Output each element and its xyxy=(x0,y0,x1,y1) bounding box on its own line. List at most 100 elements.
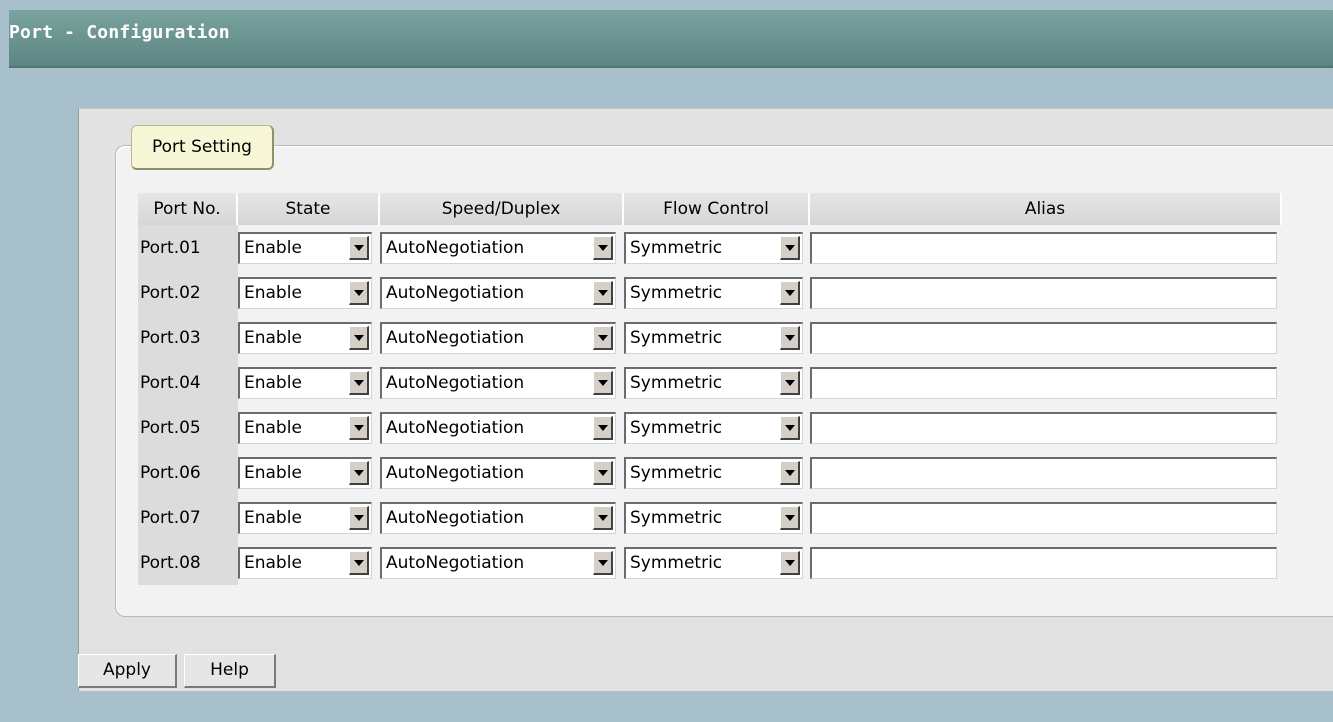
flow-control-select-value: Symmetric xyxy=(630,282,723,303)
chevron-down-icon[interactable] xyxy=(780,235,800,260)
port-number: Port.03 xyxy=(138,315,238,360)
flow-control-select-value: Symmetric xyxy=(630,417,723,438)
state-select-value: Enable xyxy=(244,417,302,438)
chevron-down-icon[interactable] xyxy=(349,325,369,350)
chevron-down-icon[interactable] xyxy=(780,325,800,350)
chevron-down-icon[interactable] xyxy=(780,280,800,305)
config-panel: Port Setting Port No. State Speed/Duplex… xyxy=(78,108,1333,691)
chevron-down-icon[interactable] xyxy=(349,550,369,575)
chevron-down-icon[interactable] xyxy=(349,505,369,530)
table-row: Port.07 Enable AutoNegotiation Symmetric xyxy=(138,495,1282,540)
chevron-down-icon[interactable] xyxy=(349,235,369,260)
column-header-speed-duplex: Speed/Duplex xyxy=(380,193,624,225)
port-number: Port.05 xyxy=(138,405,238,450)
alias-input[interactable] xyxy=(810,456,1277,489)
chevron-down-icon[interactable] xyxy=(780,370,800,395)
state-select-value: Enable xyxy=(244,327,302,348)
alias-input[interactable] xyxy=(810,366,1277,399)
flow-control-select[interactable]: Symmetric xyxy=(624,321,803,354)
state-select-value: Enable xyxy=(244,282,302,303)
chevron-down-icon[interactable] xyxy=(780,550,800,575)
chevron-down-icon[interactable] xyxy=(593,280,613,305)
alias-input[interactable] xyxy=(810,276,1277,309)
state-select-value: Enable xyxy=(244,507,302,528)
flow-control-select-value: Symmetric xyxy=(630,372,723,393)
title-bar: Port - Configuration xyxy=(9,10,1333,68)
chevron-down-icon[interactable] xyxy=(349,280,369,305)
chevron-down-icon[interactable] xyxy=(593,415,613,440)
flow-control-select[interactable]: Symmetric xyxy=(624,276,803,309)
chevron-down-icon[interactable] xyxy=(780,415,800,440)
flow-control-select[interactable]: Symmetric xyxy=(624,456,803,489)
chevron-down-icon[interactable] xyxy=(349,415,369,440)
speed-duplex-select[interactable]: AutoNegotiation xyxy=(380,231,616,264)
speed-duplex-select[interactable]: AutoNegotiation xyxy=(380,321,616,354)
speed-duplex-select[interactable]: AutoNegotiation xyxy=(380,366,616,399)
chevron-down-icon[interactable] xyxy=(349,460,369,485)
chevron-down-icon[interactable] xyxy=(593,460,613,485)
chevron-down-icon[interactable] xyxy=(593,370,613,395)
table-row: Port.01 Enable AutoNegotiation Symmetric xyxy=(138,225,1282,270)
speed-duplex-select-value: AutoNegotiation xyxy=(386,507,525,528)
state-select[interactable]: Enable xyxy=(238,321,372,354)
speed-duplex-select[interactable]: AutoNegotiation xyxy=(380,501,616,534)
alias-input[interactable] xyxy=(810,501,1277,534)
chevron-down-icon[interactable] xyxy=(780,460,800,485)
flow-control-select-value: Symmetric xyxy=(630,237,723,258)
speed-duplex-select[interactable]: AutoNegotiation xyxy=(380,276,616,309)
state-select-value: Enable xyxy=(244,372,302,393)
flow-control-select-value: Symmetric xyxy=(630,552,723,573)
table-row: Port.04 Enable AutoNegotiation Symmetric xyxy=(138,360,1282,405)
flow-control-select[interactable]: Symmetric xyxy=(624,411,803,444)
state-select[interactable]: Enable xyxy=(238,411,372,444)
flow-control-select[interactable]: Symmetric xyxy=(624,501,803,534)
port-setting-legend: Port Setting xyxy=(131,125,274,170)
chevron-down-icon[interactable] xyxy=(593,550,613,575)
speed-duplex-select[interactable]: AutoNegotiation xyxy=(380,546,616,579)
state-select-value: Enable xyxy=(244,462,302,483)
column-header-flow-control: Flow Control xyxy=(624,193,810,225)
column-header-state: State xyxy=(238,193,380,225)
alias-input[interactable] xyxy=(810,321,1277,354)
port-number: Port.07 xyxy=(138,495,238,540)
port-number: Port.08 xyxy=(138,540,238,585)
state-select[interactable]: Enable xyxy=(238,276,372,309)
state-select[interactable]: Enable xyxy=(238,231,372,264)
chevron-down-icon[interactable] xyxy=(780,505,800,530)
page-title: Port - Configuration xyxy=(9,22,230,43)
chevron-down-icon[interactable] xyxy=(593,235,613,260)
state-select[interactable]: Enable xyxy=(238,501,372,534)
speed-duplex-select-value: AutoNegotiation xyxy=(386,237,525,258)
speed-duplex-select-value: AutoNegotiation xyxy=(386,462,525,483)
flow-control-select-value: Symmetric xyxy=(630,462,723,483)
port-number: Port.06 xyxy=(138,450,238,495)
port-number: Port.01 xyxy=(138,225,238,270)
column-header-alias: Alias xyxy=(810,193,1282,225)
state-select[interactable]: Enable xyxy=(238,546,372,579)
speed-duplex-select-value: AutoNegotiation xyxy=(386,552,525,573)
chevron-down-icon[interactable] xyxy=(593,505,613,530)
speed-duplex-select[interactable]: AutoNegotiation xyxy=(380,411,616,444)
flow-control-select[interactable]: Symmetric xyxy=(624,546,803,579)
apply-button[interactable]: Apply xyxy=(78,654,177,688)
speed-duplex-select[interactable]: AutoNegotiation xyxy=(380,456,616,489)
alias-input[interactable] xyxy=(810,546,1277,579)
chevron-down-icon[interactable] xyxy=(593,325,613,350)
flow-control-select[interactable]: Symmetric xyxy=(624,366,803,399)
help-button[interactable]: Help xyxy=(184,654,276,688)
state-select[interactable]: Enable xyxy=(238,456,372,489)
flow-control-select[interactable]: Symmetric xyxy=(624,231,803,264)
table-row: Port.02 Enable AutoNegotiation Symmetric xyxy=(138,270,1282,315)
flow-control-select-value: Symmetric xyxy=(630,327,723,348)
speed-duplex-select-value: AutoNegotiation xyxy=(386,327,525,348)
chevron-down-icon[interactable] xyxy=(349,370,369,395)
speed-duplex-select-value: AutoNegotiation xyxy=(386,282,525,303)
speed-duplex-select-value: AutoNegotiation xyxy=(386,372,525,393)
state-select-value: Enable xyxy=(244,552,302,573)
alias-input[interactable] xyxy=(810,231,1277,264)
state-select[interactable]: Enable xyxy=(238,366,372,399)
alias-input[interactable] xyxy=(810,411,1277,444)
table-header-row: Port No. State Speed/Duplex Flow Control… xyxy=(138,193,1282,225)
table-row: Port.08 Enable AutoNegotiation Symmetric xyxy=(138,540,1282,585)
speed-duplex-select-value: AutoNegotiation xyxy=(386,417,525,438)
